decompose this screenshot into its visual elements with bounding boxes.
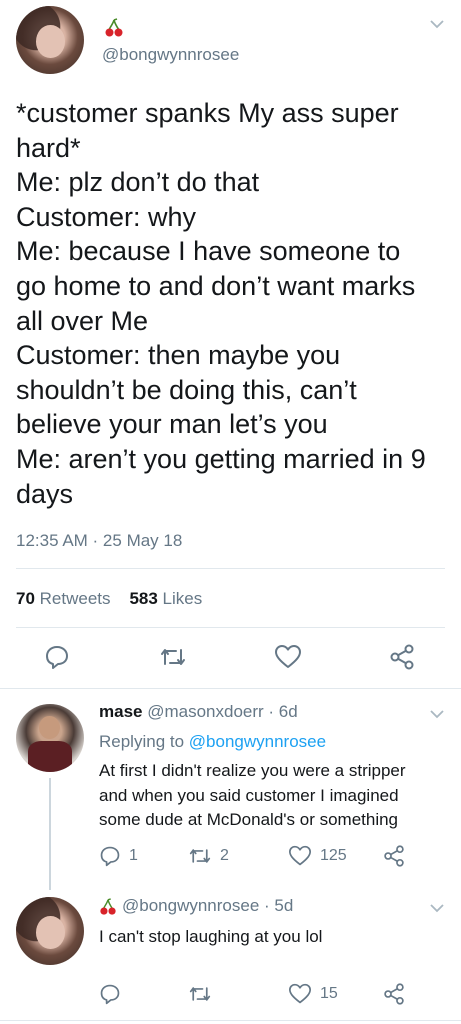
avatar-face [36, 25, 65, 58]
reply-text: I can't stop laughing at you lol [99, 927, 323, 946]
reply-author-handle[interactable]: @bongwynnrosee [122, 896, 259, 915]
reply-text: At first I didn't realize you were a str… [99, 759, 449, 833]
reply-count: 1 [129, 847, 138, 864]
reply-share-button[interactable] [382, 845, 406, 867]
cherry-icon [105, 18, 123, 37]
reply-icon [100, 846, 120, 867]
tweet-line: Me: because I have someone to [16, 236, 401, 267]
like-icon [288, 845, 311, 866]
retweet-icon [189, 849, 211, 863]
like-count: 125 [320, 847, 347, 864]
chevron-down-icon[interactable] [429, 706, 445, 722]
tweet-line: hard* [16, 132, 81, 163]
share-icon [390, 644, 414, 670]
tweet-timestamp[interactable]: 12:35 AM · 25 May 18 [16, 531, 182, 551]
like-button[interactable] [274, 644, 302, 670]
share-icon [384, 983, 404, 1005]
author-handle[interactable]: @bongwynnrosee [102, 45, 239, 65]
tweet-line: Customer: why [16, 201, 197, 232]
reply-line: some dude at McDonald's or something [99, 810, 399, 829]
reply-author-handle[interactable]: @masonxdoerr [147, 702, 263, 721]
tweet-line: go home to and don’t want marks [16, 270, 416, 301]
replying-to-label: Replying to [99, 732, 185, 751]
reply-header: mase @masonxdoerr · 6d [99, 702, 298, 722]
tweet-line: Me: aren’t you getting married in 9 [16, 443, 426, 474]
reply-share-button[interactable] [382, 983, 406, 1005]
reply-retweet-button[interactable]: 2 [188, 845, 229, 867]
divider [16, 568, 445, 569]
tweet-line: Me: plz don’t do that [16, 167, 260, 198]
reply-time: · 5d [264, 896, 294, 915]
chevron-down-icon[interactable] [429, 16, 445, 32]
tweet-line: all over Me [16, 305, 149, 336]
thread-line [49, 778, 51, 890]
tweet-stats: 70 Retweets 583 Likes [16, 589, 202, 609]
cherry-icon [100, 898, 116, 915]
reply-avatar[interactable] [16, 704, 84, 772]
reply-like-button[interactable]: 15 [288, 983, 338, 1005]
retweet-count: 2 [220, 847, 229, 864]
likes-count[interactable]: 583 [129, 589, 157, 608]
chevron-down-icon[interactable] [429, 900, 445, 916]
like-icon [275, 645, 301, 668]
tweet-body: *customer spanks My ass super hard* Me: … [16, 96, 446, 511]
reply-button[interactable] [44, 644, 70, 670]
retweets-label[interactable]: Retweets [40, 589, 111, 608]
reply-reply-button[interactable] [99, 983, 121, 1005]
reply-time: · 6d [268, 702, 298, 721]
reply-line: At first I didn't realize you were a str… [99, 761, 406, 780]
reply-icon [100, 984, 120, 1005]
replying-to-handle[interactable]: @bongwynnrosee [189, 732, 326, 751]
reply-avatar[interactable] [16, 897, 84, 965]
reply-header: @bongwynnrosee · 5d [122, 896, 293, 916]
divider [0, 688, 461, 689]
tweet-line: Customer: then maybe you [16, 340, 341, 371]
share-button[interactable] [388, 644, 416, 670]
share-icon [384, 845, 404, 867]
retweet-icon [189, 987, 211, 1001]
reply-reply-button[interactable]: 1 [99, 845, 138, 867]
avatar-shirt [28, 741, 72, 772]
tweet-line: believe your man let’s you [16, 409, 328, 440]
avatar-head [39, 716, 60, 740]
tweet-line: shouldn’t be doing this, can’t [16, 374, 357, 405]
retweet-icon [161, 649, 185, 665]
divider [16, 627, 445, 628]
reply-retweet-button[interactable] [188, 983, 212, 1005]
reply-author-name[interactable]: mase [99, 702, 142, 721]
like-count: 15 [320, 985, 338, 1002]
tweet-line: days [16, 478, 74, 509]
likes-label[interactable]: Likes [163, 589, 203, 608]
tweet-line: *customer spanks My ass super [16, 98, 399, 128]
avatar-face [36, 916, 65, 949]
reply-like-button[interactable]: 125 [288, 845, 347, 867]
retweets-count[interactable]: 70 [16, 589, 35, 608]
like-icon [288, 983, 311, 1004]
replying-to: Replying to @bongwynnrosee [99, 732, 326, 752]
reply-icon [46, 646, 68, 669]
retweet-button[interactable] [159, 644, 187, 670]
author-avatar[interactable] [16, 6, 84, 74]
divider [0, 1020, 461, 1021]
reply-line: and when you said customer I imagined [99, 785, 399, 805]
